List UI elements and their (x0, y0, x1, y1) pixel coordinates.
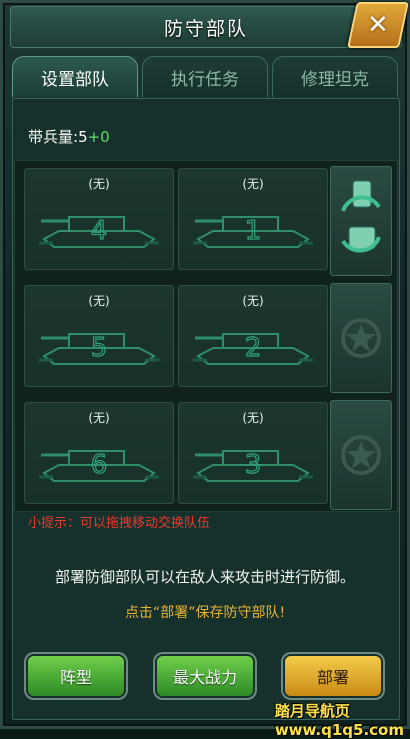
tank-silhouette-icon: 5 (39, 332, 159, 365)
star-badge-icon (341, 435, 381, 475)
troop-capacity: 带兵量:5+0 (28, 126, 110, 147)
swap-rotate-icon (341, 180, 381, 253)
tank-silhouette-icon: 6 (39, 449, 159, 482)
save-instruction: 点击“部署”保存防守部队! (124, 605, 286, 621)
slot-status: (无) (88, 177, 110, 191)
watermark: 踏月导航页 www.q1q5.com (275, 700, 404, 739)
close-icon: ✕ (367, 10, 389, 40)
tank-silhouette-icon: 4 (39, 215, 159, 248)
title-bar: 防守部队 (10, 6, 402, 48)
watermark-url: www.q1q5.com (274, 721, 404, 739)
slot-status: (无) (242, 411, 264, 425)
tab-set-troops[interactable]: 设置部队 (12, 56, 138, 97)
formation-button[interactable]: 阵型 (28, 656, 124, 696)
formation-slot-3[interactable]: (无) 3 (178, 402, 328, 504)
formation-slot-6[interactable]: (无) 6 (24, 402, 174, 504)
slot-number: 2 (245, 333, 262, 363)
slot-status: (无) (88, 411, 110, 425)
troop-capacity-bonus: +0 (87, 128, 110, 146)
swap-row-button[interactable] (330, 166, 392, 276)
deploy-button[interactable]: 部署 (285, 656, 381, 696)
slot-number: 1 (245, 216, 262, 246)
slot-number: 4 (91, 216, 108, 246)
watermark-title: 踏月导航页 (274, 702, 350, 720)
dialog-title: 防守部队 (163, 17, 248, 40)
slot-number: 5 (91, 333, 108, 363)
tank-silhouette-icon: 3 (193, 449, 313, 482)
slot-number: 6 (91, 450, 108, 480)
formation-slot-1[interactable]: (无) 1 (178, 168, 328, 270)
star-badge-icon (341, 318, 381, 358)
tank-silhouette-icon: 2 (193, 332, 313, 365)
tank-silhouette-icon: 1 (193, 215, 313, 248)
lock-row-button[interactable] (330, 400, 392, 510)
lock-row-button[interactable] (330, 283, 392, 393)
formation-slot-5[interactable]: (无) 5 (24, 285, 174, 387)
slot-status: (无) (242, 177, 264, 191)
tab-execute-task[interactable]: 执行任务 (142, 56, 268, 97)
defense-description: 部署防御部队可以在敌人来攻击时进行防御。 (54, 568, 355, 586)
drag-hint: 小提示：可以拖拽移动交换队伍 (28, 516, 211, 531)
slot-status: (无) (88, 294, 110, 308)
formation-slot-4[interactable]: (无) 4 (24, 168, 174, 270)
troop-capacity-label: 带兵量: (28, 128, 79, 146)
max-power-button[interactable]: 最大战力 (157, 656, 253, 696)
tab-repair-tank[interactable]: 修理坦克 (272, 56, 398, 97)
slot-number: 3 (245, 450, 262, 480)
slot-status: (无) (242, 294, 264, 308)
troop-capacity-base: 5 (78, 128, 88, 146)
close-button[interactable]: ✕ (347, 2, 409, 48)
formation-slot-2[interactable]: (无) 2 (178, 285, 328, 387)
tab-bar: 设置部队 执行任务 修理坦克 (12, 56, 398, 98)
